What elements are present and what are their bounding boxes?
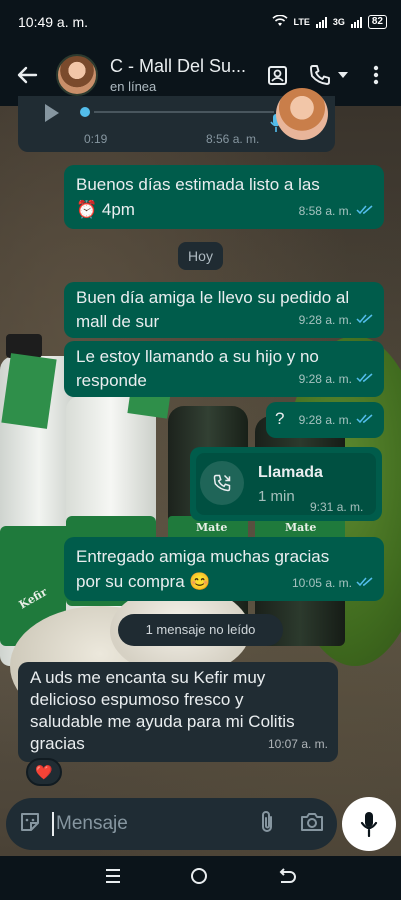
message-meta: 9:28 a. m. <box>299 408 374 433</box>
message-meta: 9:28 a. m. <box>299 367 374 392</box>
attach-icon[interactable] <box>257 810 277 839</box>
status-icons: LTE 3G 82 <box>271 14 387 29</box>
back-nav-icon[interactable] <box>278 867 297 889</box>
status-time: 10:49 a. m. <box>18 14 89 30</box>
message-text: A uds me encanta su Kefir muy delicioso … <box>30 668 295 753</box>
sticker-icon[interactable] <box>18 810 42 839</box>
contact-status: en línea <box>110 79 157 94</box>
wallpaper-bottle2-text: Mate <box>285 521 317 534</box>
message-meta: 10:05 a. m. <box>292 571 374 596</box>
double-check-icon <box>356 367 374 392</box>
unread-divider: 1 mensaje no leído <box>118 614 283 646</box>
call-title: Llamada <box>258 464 323 481</box>
double-check-icon <box>356 308 374 333</box>
message-time: 8:58 a. m. <box>298 204 352 218</box>
audio-time: 8:56 a. m. <box>206 132 260 146</box>
contact-name: C - Mall Del Su... <box>110 56 247 76</box>
call-time: 9:31 a. m. <box>310 500 364 514</box>
message-time: 9:28 a. m. <box>298 372 352 386</box>
recents-icon[interactable] <box>105 868 121 889</box>
message-meta: 10:07 a. m. <box>268 732 328 757</box>
play-icon[interactable] <box>40 102 62 129</box>
3g-label: 3G <box>332 17 345 27</box>
audio-avatar <box>276 88 328 140</box>
message-meta: 8:58 a. m. <box>299 199 374 224</box>
message-outgoing[interactable]: Buen día amiga le llevo su pedido al mal… <box>64 282 384 338</box>
call-icon <box>200 461 244 505</box>
message-time: 9:28 a. m. <box>298 413 352 427</box>
back-arrow-icon[interactable] <box>14 62 40 88</box>
system-nav-bar <box>0 856 401 900</box>
double-check-icon <box>356 199 374 224</box>
message-meta: 9:28 a. m. <box>299 308 374 333</box>
date-divider: Hoy <box>178 242 223 270</box>
status-bar: 10:49 a. m. LTE 3G 82 <box>0 0 401 44</box>
contact-info[interactable]: C - Mall Del Su... en línea <box>110 56 257 94</box>
message-incoming[interactable]: A uds me encanta su Kefir muy delicioso … <box>18 662 338 762</box>
message-time: 10:07 a. m. <box>267 737 328 751</box>
signal-icon <box>315 16 327 28</box>
message-input-bar[interactable]: Mensaje <box>6 798 337 850</box>
more-options-icon[interactable] <box>361 60 391 90</box>
message-outgoing[interactable]: Le estoy llamando a su hijo y no respond… <box>64 341 384 397</box>
avatar[interactable] <box>56 54 98 96</box>
double-check-icon <box>356 571 374 596</box>
contact-card-icon[interactable] <box>263 60 293 90</box>
call-duration: 1 min <box>258 488 295 505</box>
message-input[interactable]: Mensaje <box>52 812 257 836</box>
battery-indicator: 82 <box>367 15 387 29</box>
call-message[interactable]: Llamada 1 min 9:31 a. m. <box>190 447 382 521</box>
home-icon[interactable] <box>190 867 208 890</box>
audio-duration: 0:19 <box>84 132 108 146</box>
message-outgoing[interactable]: Buenos días estimada listo a las ⏰ 4pm 8… <box>64 165 384 229</box>
wallpaper-bottle-text: Mate <box>196 521 228 534</box>
phone-icon[interactable] <box>305 60 335 90</box>
camera-icon[interactable] <box>299 811 325 838</box>
message-outgoing[interactable]: Entregado amiga muchas gracias por su co… <box>64 537 384 601</box>
lte-label: LTE <box>293 17 310 27</box>
message-outgoing[interactable]: ? 9:28 a. m. <box>266 402 384 438</box>
message-text: ? <box>275 409 285 428</box>
heart-icon: ❤️ <box>35 763 53 780</box>
signal-icon-2 <box>350 16 362 28</box>
audio-waveform[interactable] <box>80 107 280 117</box>
message-time: 9:28 a. m. <box>298 313 352 327</box>
audio-message[interactable]: 0:19 8:56 a. m. <box>18 88 335 152</box>
mic-icon <box>360 812 378 837</box>
wifi-icon <box>271 14 288 29</box>
reaction-heart[interactable]: ❤️ <box>26 758 62 786</box>
double-check-icon <box>356 408 374 433</box>
dropdown-icon[interactable] <box>335 60 351 90</box>
message-time: 10:05 a. m. <box>291 576 352 590</box>
voice-record-button[interactable] <box>342 797 396 851</box>
